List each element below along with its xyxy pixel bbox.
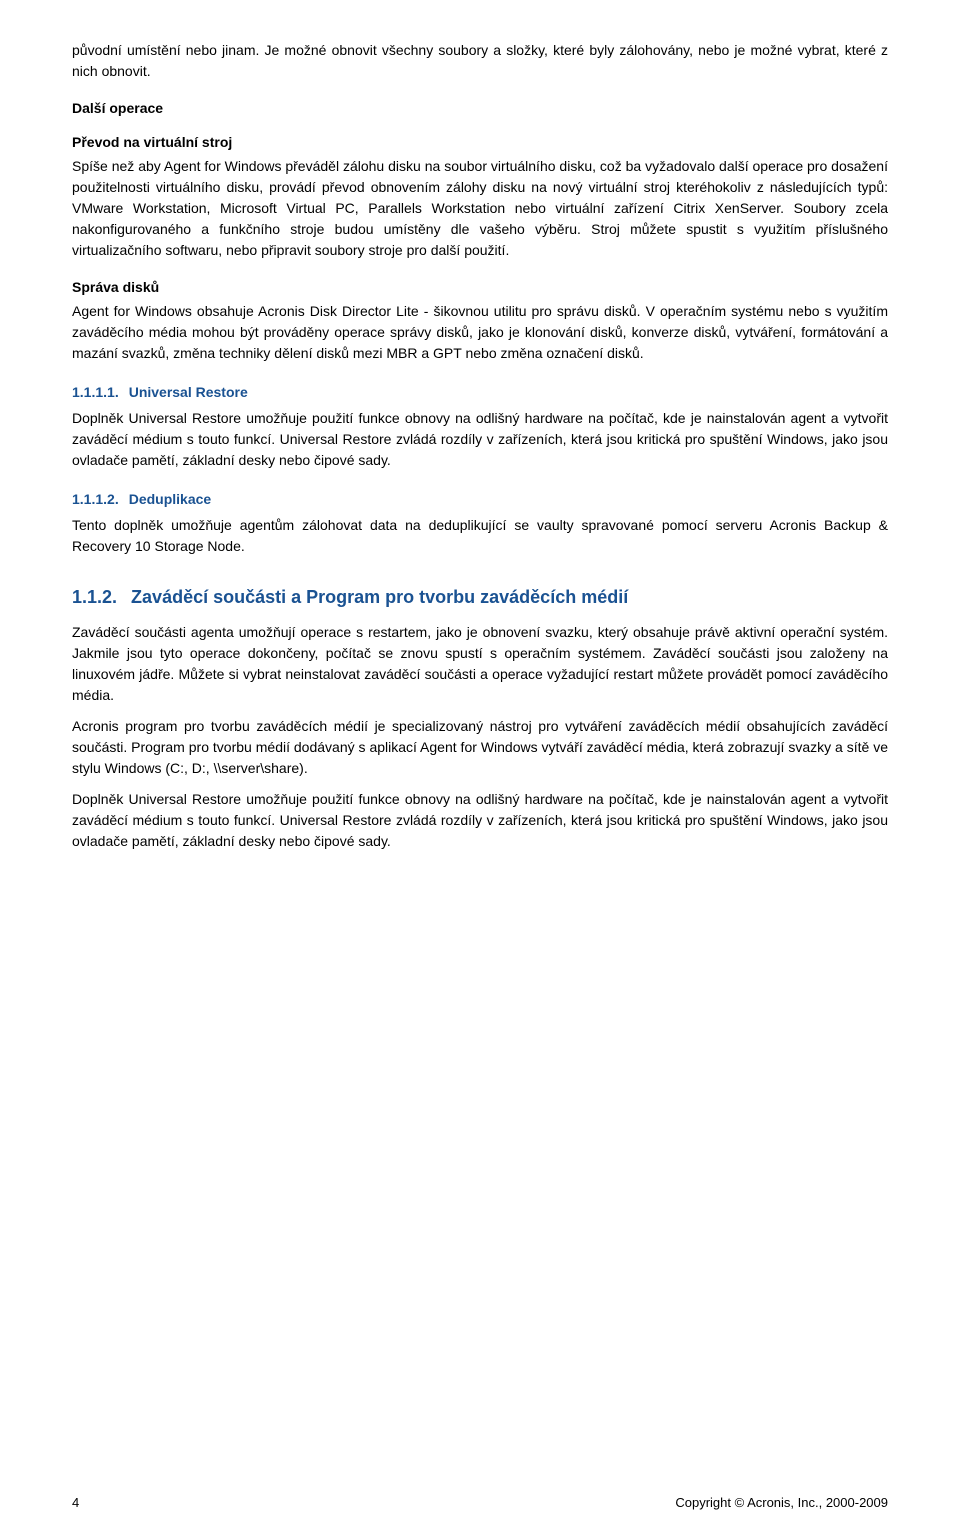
section-1112-title: Deduplikace [129,491,211,507]
section-112-para2: Acronis program pro tvorbu zaváděcích mé… [72,716,888,779]
section-1111-para: Doplněk Universal Restore umožňuje použi… [72,408,888,471]
footer-page-number: 4 [72,1495,79,1510]
section-1112-para: Tento doplněk umožňuje agentům zálohovat… [72,515,888,557]
prevod-para: Spíše než aby Agent for Windows převáděl… [72,156,888,261]
section-1111-block: 1.1.1.1. Universal Restore Doplněk Unive… [72,384,888,471]
section-112-number: 1.1.2. [72,587,117,607]
section-112-para3: Doplněk Universal Restore umožňuje použi… [72,789,888,852]
dalsi-operace-heading: Další operace [72,100,888,116]
section-1112-block: 1.1.1.2. Deduplikace Tento doplněk umožň… [72,491,888,557]
section-1112-number: 1.1.1.2. [72,491,119,507]
section-1111-number: 1.1.1.1. [72,384,119,400]
prevod-heading: Převod na virtuální stroj [72,134,888,150]
sprava-para1: Agent for Windows obsahuje Acronis Disk … [72,301,888,364]
page-content: původní umístění nebo jinam. Je možné ob… [0,0,960,922]
section-112-heading-block: 1.1.2. Zaváděcí součásti a Program pro tv… [72,587,888,608]
section-112-title: Zaváděcí součásti a Program pro tvorbu z… [131,587,628,607]
intro-para1: původní umístění nebo jinam. Je možné ob… [72,40,888,82]
dalsi-operace-block: Další operace Převod na virtuální stroj … [72,100,888,261]
footer-copyright: Copyright © Acronis, Inc., 2000-2009 [675,1495,888,1510]
section-1111-title: Universal Restore [129,384,248,400]
section-112-para1: Zaváděcí součásti agenta umožňují operac… [72,622,888,706]
sprava-disku-block: Správa disků Agent for Windows obsahuje … [72,279,888,364]
page-footer: 4 Copyright © Acronis, Inc., 2000-2009 [0,1495,960,1510]
sprava-heading: Správa disků [72,279,888,295]
